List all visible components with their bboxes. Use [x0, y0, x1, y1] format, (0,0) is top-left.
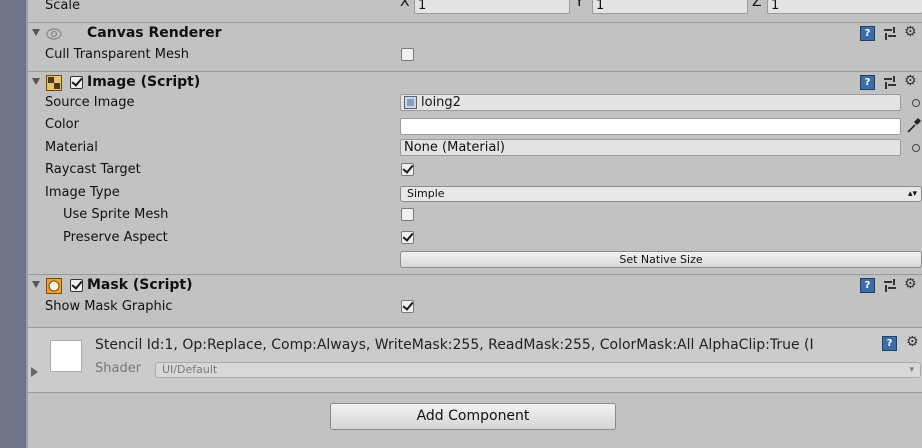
foldout-arrow-icon[interactable]	[32, 78, 40, 85]
cull-transparent-row: Cull Transparent Mesh	[28, 44, 922, 66]
set-native-size-button[interactable]: Set Native Size	[400, 251, 922, 268]
image-script-header[interactable]: Image (Script) ? ⚙	[28, 71, 922, 94]
material-field[interactable]: None (Material)	[400, 139, 901, 156]
source-image-row: Source Image loing2	[28, 92, 922, 114]
use-sprite-mesh-label: Use Sprite Mesh	[63, 207, 169, 222]
canvas-renderer-title: Canvas Renderer	[87, 25, 222, 41]
color-swatch[interactable]	[400, 118, 901, 135]
source-image-field[interactable]: loing2	[400, 94, 901, 111]
component-header-buttons: ? ⚙	[860, 276, 920, 294]
mask-component-icon	[46, 278, 62, 294]
foldout-arrow-icon[interactable]	[32, 281, 40, 288]
material-preview-section: Stencil Id:1, Op:Replace, Comp:Always, W…	[28, 327, 922, 393]
shader-dropdown[interactable]: UI/Default ▾	[155, 362, 921, 378]
show-mask-graphic-label: Show Mask Graphic	[45, 299, 173, 314]
component-header-buttons: ? ⚙	[860, 73, 920, 91]
object-picker-icon[interactable]	[912, 99, 920, 107]
show-mask-graphic-row: Show Mask Graphic	[28, 296, 922, 318]
gear-icon[interactable]: ⚙	[904, 24, 917, 40]
add-component-button[interactable]: Add Component	[330, 403, 616, 430]
image-type-dropdown[interactable]: Simple ▴▾	[400, 186, 922, 202]
canvas-renderer-header[interactable]: Canvas Renderer ? ⚙	[28, 22, 922, 45]
show-mask-graphic-checkbox[interactable]	[401, 300, 414, 313]
scale-z-field[interactable]: 1	[767, 0, 922, 14]
use-sprite-mesh-checkbox[interactable]	[401, 208, 414, 221]
cull-transparent-checkbox[interactable]	[401, 48, 414, 61]
inspector-panel: Scale X 1 Y 1 Z 1 Canvas Renderer ? ⚙ Cu…	[28, 0, 922, 448]
help-icon[interactable]: ?	[882, 336, 897, 351]
scale-y-field[interactable]: 1	[592, 0, 748, 14]
image-type-row: Image Type Simple ▴▾	[28, 182, 922, 204]
left-scroll-strip	[0, 0, 28, 448]
preset-icon[interactable]	[883, 26, 897, 41]
image-type-label: Image Type	[45, 185, 120, 200]
image-component-icon	[46, 75, 62, 91]
z-axis-label: Z	[752, 0, 762, 10]
raycast-target-checkbox[interactable]	[401, 163, 414, 176]
preserve-aspect-row: Preserve Aspect	[28, 227, 922, 249]
component-header-buttons: ? ⚙	[860, 24, 920, 42]
x-axis-label: X	[400, 0, 410, 10]
dropdown-arrows-icon: ▴▾	[907, 189, 917, 199]
gear-icon[interactable]: ⚙	[904, 276, 917, 292]
help-icon[interactable]: ?	[860, 278, 875, 293]
mask-script-title: Mask (Script)	[87, 277, 193, 293]
cull-transparent-label: Cull Transparent Mesh	[45, 47, 189, 62]
expand-arrow-icon[interactable]	[31, 367, 38, 377]
mask-script-header[interactable]: Mask (Script) ? ⚙	[28, 274, 922, 297]
material-thumbnail	[50, 340, 82, 372]
image-type-value: Simple	[407, 187, 445, 200]
raycast-target-label: Raycast Target	[45, 162, 141, 177]
shader-label: Shader	[95, 361, 142, 376]
preset-icon[interactable]	[883, 75, 897, 90]
image-script-title: Image (Script)	[87, 74, 201, 90]
color-label: Color	[45, 117, 79, 132]
shader-value: UI/Default	[162, 363, 218, 376]
help-icon[interactable]: ?	[860, 75, 875, 90]
stencil-info-text: Stencil Id:1, Op:Replace, Comp:Always, W…	[95, 337, 814, 353]
preserve-aspect-checkbox[interactable]	[401, 231, 414, 244]
use-sprite-mesh-row: Use Sprite Mesh	[28, 204, 922, 226]
object-picker-icon[interactable]	[912, 144, 920, 152]
canvas-renderer-icon	[46, 28, 62, 40]
material-header-buttons: ? ⚙	[882, 334, 922, 352]
gear-icon[interactable]: ⚙	[904, 73, 917, 89]
color-row: Color	[28, 114, 922, 136]
source-image-label: Source Image	[45, 95, 135, 110]
gear-icon[interactable]: ⚙	[906, 334, 919, 350]
foldout-arrow-icon[interactable]	[32, 29, 40, 36]
preset-icon[interactable]	[883, 278, 897, 293]
preserve-aspect-label: Preserve Aspect	[63, 230, 168, 245]
eyedropper-icon[interactable]	[906, 117, 922, 134]
source-image-value: loing2	[421, 95, 461, 110]
raycast-target-row: Raycast Target	[28, 159, 922, 181]
material-row: Material None (Material)	[28, 137, 922, 159]
material-label: Material	[45, 140, 98, 155]
y-axis-label: Y	[575, 0, 584, 10]
sprite-icon	[404, 96, 417, 109]
mask-enabled-checkbox[interactable]	[70, 279, 83, 292]
scale-x-field[interactable]: 1	[414, 0, 570, 14]
scale-label: Scale	[45, 0, 80, 13]
image-enabled-checkbox[interactable]	[70, 76, 83, 89]
help-icon[interactable]: ?	[860, 26, 875, 41]
scale-row: Scale X 1 Y 1 Z 1	[28, 0, 922, 17]
dropdown-arrow-icon: ▾	[909, 365, 914, 375]
